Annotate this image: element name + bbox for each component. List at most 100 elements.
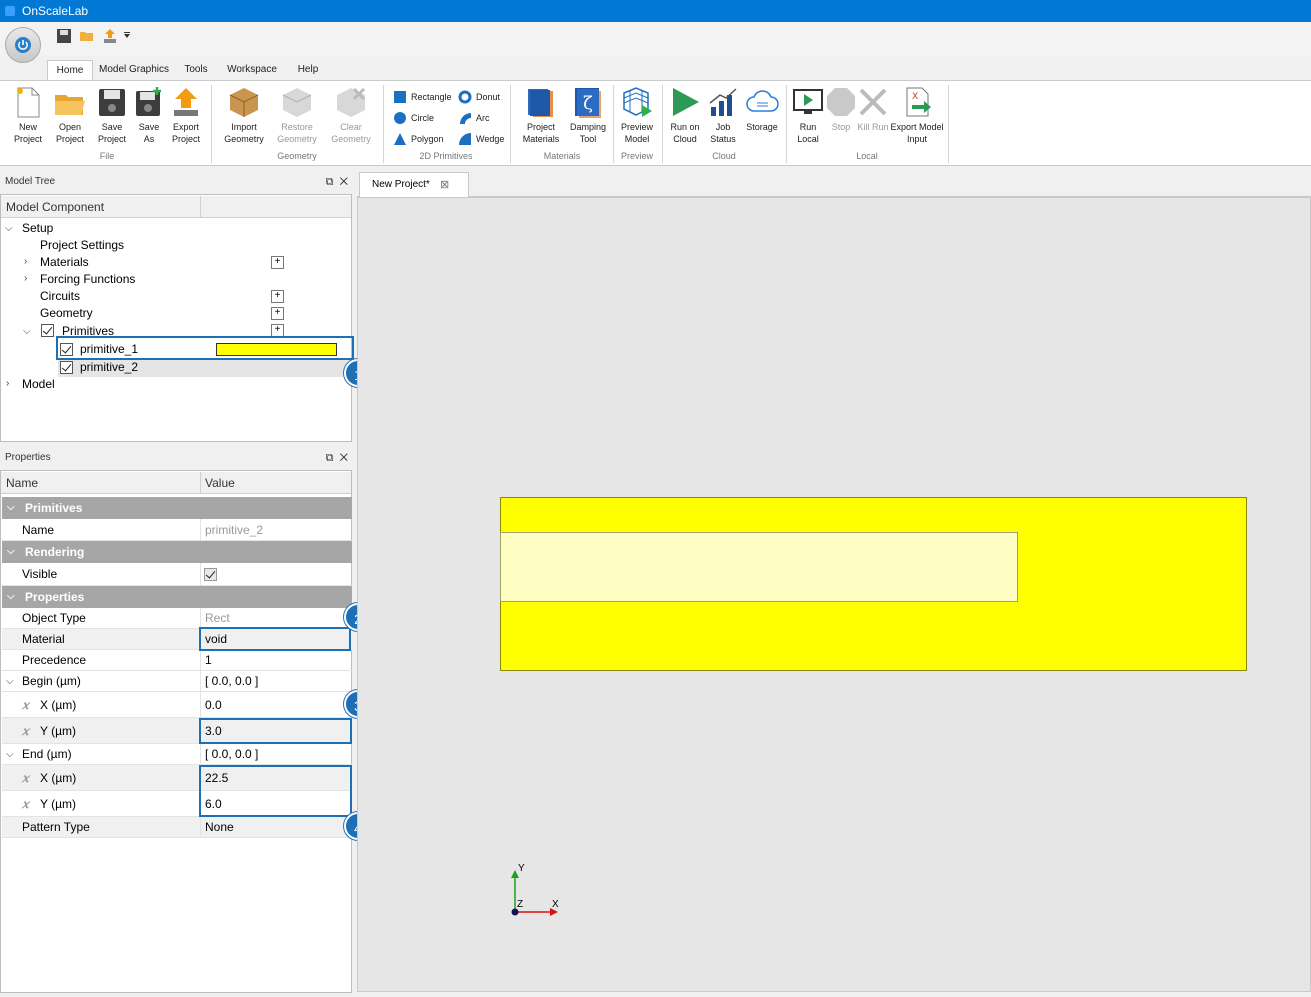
close-icon[interactable]: ⊠ (440, 173, 449, 197)
ribbon-separator (948, 85, 949, 163)
pattern-type-select[interactable]: None (205, 817, 234, 838)
tab-model-graphics[interactable]: Model Graphics (98, 60, 170, 81)
close-icon[interactable]: ✕ (340, 452, 348, 464)
bar-chart-icon (709, 88, 737, 116)
damping-tool-button[interactable]: ζ Damping Tool (568, 85, 608, 145)
tab-workspace[interactable]: Workspace (224, 60, 280, 81)
polygon-icon (394, 133, 406, 145)
add-material-button[interactable]: + (271, 256, 284, 269)
model-tree-panel: Model Component ⌵ Setup Project Settings… (0, 194, 352, 442)
clear-geometry-label-1: Clear (340, 122, 362, 132)
box-icon (229, 88, 259, 117)
tree-item-materials[interactable]: Materials (40, 254, 89, 271)
add-geometry-button[interactable]: + (271, 307, 284, 320)
run-on-cloud-label-1: Run on (670, 122, 700, 132)
monitor-play-icon (793, 89, 823, 114)
project-materials-label-2: Materials (522, 134, 560, 144)
property-pattern-type-label: Pattern Type (22, 820, 90, 834)
kill-run-button[interactable]: Kill Run (853, 85, 893, 133)
folder-icon (55, 95, 85, 115)
preview-model-button[interactable]: Preview Model (617, 85, 657, 145)
close-icon[interactable]: ✕ (340, 176, 348, 188)
export-project-button[interactable]: Export Project (166, 85, 206, 145)
wedge-button[interactable]: Wedge (458, 132, 504, 146)
tree-item-project-settings[interactable]: Project Settings (40, 237, 124, 254)
storage-button[interactable]: Storage (742, 85, 782, 133)
circle-label: Circle (411, 113, 435, 123)
add-circuit-button[interactable]: + (271, 290, 284, 303)
tree-item-setup[interactable]: Setup (22, 220, 53, 237)
restore-window-icon[interactable]: ⧉ (326, 452, 334, 464)
restore-geometry-label-1: Restore (281, 122, 313, 132)
section-rendering[interactable]: ⌵ Rendering (2, 541, 352, 563)
tab-home[interactable]: Home (47, 60, 93, 81)
chevron-down-icon[interactable]: ⌵ (6, 744, 14, 765)
kill-run-label: Kill Run (857, 122, 889, 132)
circle-button[interactable]: Circle (393, 111, 434, 125)
model-tree-column-header: Model Component (1, 196, 351, 218)
name-column[interactable]: Name (6, 472, 38, 494)
chevron-down-icon[interactable] (122, 28, 132, 44)
tab-new-project[interactable]: New Project* ⊠ (359, 172, 469, 198)
export-project-label-2: Project (171, 134, 200, 144)
chevron-down-icon[interactable]: ⌵ (5, 223, 13, 234)
tab-tools[interactable]: Tools (178, 60, 214, 81)
restore-geometry-button[interactable]: Restore Geometry (277, 85, 317, 145)
tree-item-forcing-functions[interactable]: Forcing Functions (40, 271, 135, 288)
rectangle-button[interactable]: Rectangle (393, 90, 452, 104)
tree-item-circuits[interactable]: Circuits (40, 288, 80, 305)
new-project-label-1: New (18, 122, 37, 132)
precedence-input[interactable]: 1 (205, 650, 212, 671)
arc-button[interactable]: Arc (458, 111, 490, 125)
chevron-right-icon[interactable]: › (6, 378, 9, 389)
chevron-down-icon[interactable]: ⌵ (7, 586, 15, 608)
value-column[interactable]: Value (205, 472, 235, 494)
save-icon[interactable] (56, 28, 72, 44)
power-icon (15, 37, 31, 53)
title-bar: OnScaleLab (0, 0, 1311, 22)
export-icon[interactable] (102, 28, 118, 44)
clear-geometry-button[interactable]: Clear Geometry (331, 85, 371, 145)
donut-button[interactable]: Donut (458, 90, 500, 104)
open-project-button[interactable]: Open Project (50, 85, 90, 145)
job-status-button[interactable]: Job Status (703, 85, 743, 145)
run-on-cloud-button[interactable]: Run on Cloud (665, 85, 705, 145)
primitives-checkbox[interactable] (41, 324, 54, 337)
save-as-button[interactable]: Save As (129, 85, 169, 145)
project-materials-button[interactable]: Project Materials (521, 85, 561, 145)
model-component-column[interactable]: Model Component (6, 196, 104, 218)
open-folder-icon[interactable] (79, 28, 95, 44)
x-variable-icon: 𝑥 (22, 724, 29, 738)
restore-window-icon[interactable]: ⧉ (326, 176, 334, 188)
section-properties[interactable]: ⌵ Properties (2, 586, 352, 608)
save-project-button[interactable]: Save Project (92, 85, 132, 145)
section-primitives[interactable]: ⌵ Primitives (2, 497, 352, 519)
model-tree-title: Model Tree (5, 176, 56, 187)
import-geometry-button[interactable]: Import Geometry (224, 85, 264, 145)
section-rendering-label: Rendering (25, 545, 85, 559)
new-project-label-2: Project (13, 134, 42, 144)
ribbon: New Project Open Project Save Project Sa… (0, 80, 1311, 166)
tree-item-primitive-2[interactable]: primitive_2 (80, 359, 138, 376)
chevron-down-icon[interactable]: ⌵ (7, 497, 15, 519)
column-divider (200, 692, 201, 717)
primitive-2-shape[interactable] (500, 532, 1018, 602)
tree-item-model[interactable]: Model (22, 376, 55, 393)
chevron-down-icon[interactable]: ⌵ (7, 541, 15, 563)
storage-label: Storage (746, 122, 778, 132)
ribbon-separator (662, 85, 663, 163)
chevron-right-icon[interactable]: › (24, 273, 27, 284)
new-project-button[interactable]: New Project (8, 85, 48, 145)
tree-item-geometry[interactable]: Geometry (40, 305, 93, 322)
polygon-button[interactable]: Polygon (393, 132, 444, 146)
tab-help[interactable]: Help (290, 60, 326, 81)
chevron-down-icon[interactable]: ⌵ (6, 671, 14, 692)
export-model-input-button[interactable]: X Export Model Input (890, 85, 944, 145)
primitive-2-checkbox[interactable] (60, 361, 73, 374)
chevron-right-icon[interactable]: › (24, 256, 27, 267)
visible-checkbox[interactable] (204, 568, 217, 581)
begin-x-input[interactable]: 0.0 (205, 692, 222, 718)
property-name-value: primitive_2 (205, 523, 264, 537)
chevron-down-icon[interactable]: ⌵ (23, 326, 31, 337)
model-canvas[interactable]: Y X Z (357, 197, 1311, 992)
